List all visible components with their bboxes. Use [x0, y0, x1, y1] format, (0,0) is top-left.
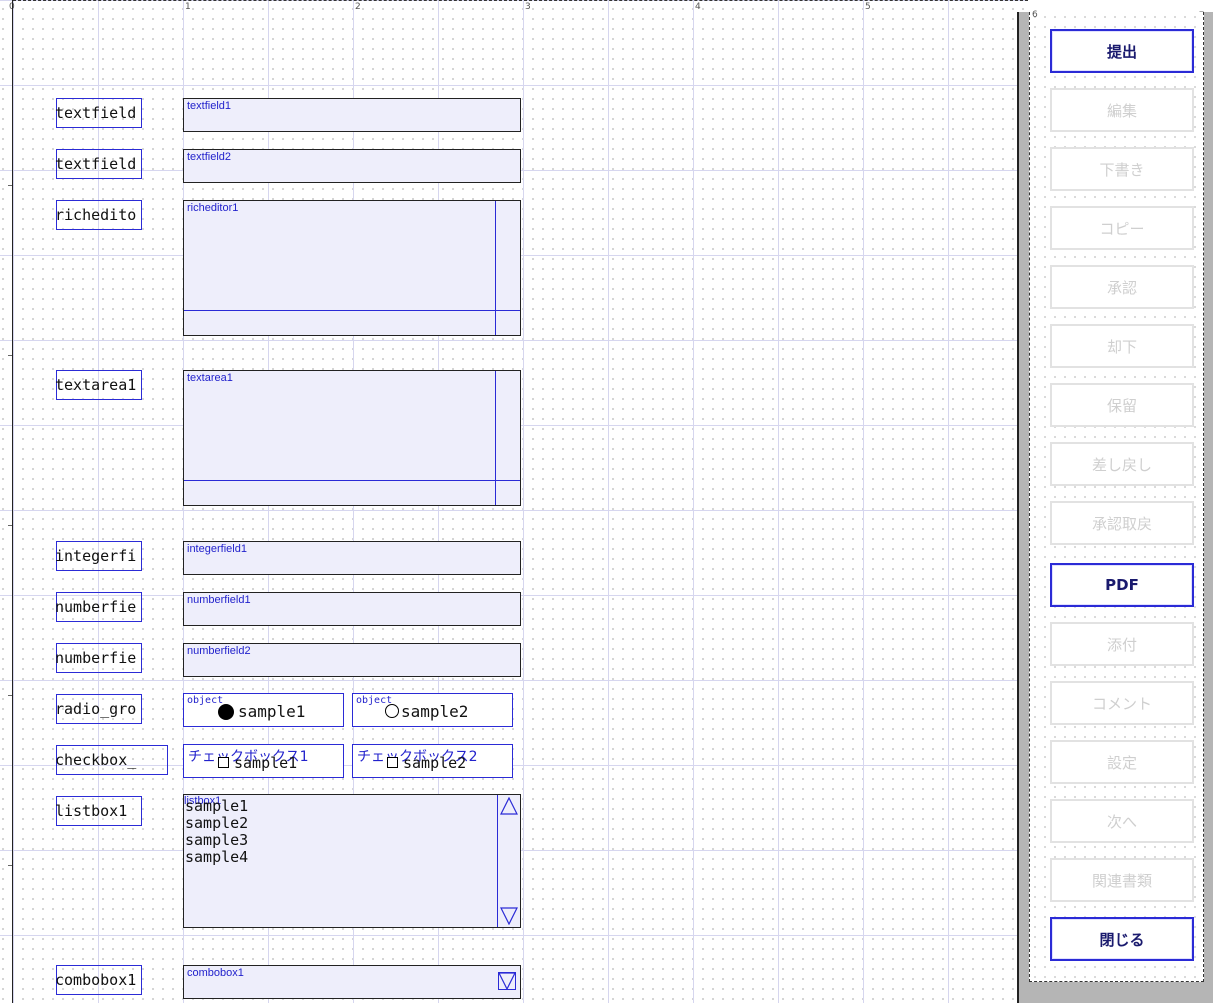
textarea1-vscrollbar[interactable]	[495, 371, 496, 505]
numberfield1-input[interactable]: numberfield1	[183, 592, 521, 626]
submit-button[interactable]: 提出	[1050, 29, 1194, 73]
edit-button[interactable]: 編集	[1050, 88, 1194, 132]
label-listbox1[interactable]: listbox1	[55, 796, 142, 826]
textfield2-caption: textfield2	[187, 151, 232, 163]
vertical-ruler-mark	[8, 185, 12, 186]
ruler-tick-5: 5	[865, 2, 871, 12]
hold-button[interactable]: 保留	[1050, 383, 1194, 427]
listbox1-scrollbar[interactable]	[497, 795, 520, 927]
textarea1-hscrollbar[interactable]	[184, 480, 520, 481]
scroll-up-icon[interactable]	[500, 797, 518, 815]
label-richeditor1[interactable]: richedito	[55, 200, 142, 230]
label-checkbox-group[interactable]: checkbox_	[55, 745, 168, 775]
next-button[interactable]: 次へ	[1050, 799, 1194, 843]
label-textfield1[interactable]: textfield	[55, 98, 142, 128]
numberfield2-input[interactable]: numberfield2	[183, 643, 521, 677]
list-item[interactable]: sample4	[185, 849, 248, 866]
list-item[interactable]: sample1	[185, 798, 248, 815]
ruler-tick-2: 2	[355, 2, 361, 12]
cancel-approval-button[interactable]: 承認取戻	[1050, 501, 1194, 545]
attach-button[interactable]: 添付	[1050, 622, 1194, 666]
textfield1-input[interactable]: textfield1	[183, 98, 521, 132]
list-item[interactable]: sample2	[185, 815, 248, 832]
approve-button[interactable]: 承認	[1050, 265, 1194, 309]
label-combobox1[interactable]: combobox1	[55, 965, 142, 995]
scroll-down-icon[interactable]	[500, 907, 518, 925]
ruler-tick-6: 6	[1032, 10, 1038, 20]
textarea1-caption: textarea1	[187, 372, 233, 384]
radio-checked-icon[interactable]	[218, 704, 234, 720]
settings-button[interactable]: 設定	[1050, 740, 1194, 784]
listbox1[interactable]: listbox1 sample1 sample2 sample3 sample4	[183, 794, 521, 928]
pdf-button[interactable]: PDF	[1050, 563, 1194, 607]
label-numberfield2[interactable]: numberfie	[55, 643, 142, 673]
richeditor1-editor[interactable]: richeditor1	[183, 200, 521, 336]
close-button[interactable]: 閉じる	[1050, 917, 1194, 961]
ruler-tick-1: 1	[185, 2, 191, 12]
send-back-button[interactable]: 差し戻し	[1050, 442, 1194, 486]
richeditor1-vscrollbar[interactable]	[495, 201, 496, 335]
ruler-tick-3: 3	[525, 2, 531, 12]
textfield2-input[interactable]: textfield2	[183, 149, 521, 183]
vertical-ruler-mark	[8, 865, 12, 866]
list-item[interactable]: sample3	[185, 832, 248, 849]
radio-unchecked-icon[interactable]	[385, 704, 399, 718]
label-integerfield1[interactable]: integerfi	[55, 541, 142, 571]
action-button-panel: 6 提出 編集 下書き コピー 承認 却下 保留 差し戻し 承認取戻 PDF 添…	[1029, 10, 1204, 982]
reject-button[interactable]: 却下	[1050, 324, 1194, 368]
numberfield1-caption: numberfield1	[187, 594, 251, 606]
ruler-tick-4: 4	[695, 2, 701, 12]
vertical-ruler-mark	[8, 695, 12, 696]
comment-button[interactable]: コメント	[1050, 681, 1194, 725]
label-textfield2[interactable]: textfield	[55, 149, 142, 179]
richeditor1-hscrollbar[interactable]	[184, 310, 520, 311]
copy-button[interactable]: コピー	[1050, 206, 1194, 250]
label-radio-group[interactable]: radio_gro	[55, 694, 142, 724]
vertical-ruler-mark	[8, 525, 12, 526]
dropdown-arrow-icon[interactable]	[498, 972, 516, 990]
textarea1-input[interactable]: textarea1	[183, 370, 521, 506]
numberfield2-caption: numberfield2	[187, 645, 251, 657]
label-textarea1[interactable]: textarea1	[55, 370, 142, 400]
checkbox-unchecked-icon[interactable]	[218, 757, 229, 768]
top-ruler: 0 1 2 3 4 5	[9, 0, 1028, 13]
combobox1-select[interactable]: combobox1	[183, 965, 521, 999]
radio-option-sample2[interactable]: object sample2	[352, 693, 513, 727]
canvas-left-border	[12, 0, 13, 1003]
design-canvas: 0 1 2 3 4 5 textfield textfield1 textfie…	[0, 0, 1028, 1003]
checkbox-unchecked-icon[interactable]	[387, 757, 398, 768]
related-docs-button[interactable]: 関連書類	[1050, 858, 1194, 902]
vertical-ruler-mark	[8, 355, 12, 356]
integerfield1-input[interactable]: integerfield1	[183, 541, 521, 575]
listbox1-items: sample1 sample2 sample3 sample4	[185, 798, 248, 866]
checkbox-option-sample1[interactable]: チェックボックス1 sample1	[183, 744, 344, 778]
combobox1-caption: combobox1	[187, 967, 244, 979]
richeditor1-caption: richeditor1	[187, 202, 239, 214]
textfield1-caption: textfield1	[187, 100, 232, 112]
label-numberfield1[interactable]: numberfie	[55, 592, 142, 622]
draft-button[interactable]: 下書き	[1050, 147, 1194, 191]
checkbox-option-sample2[interactable]: チェックボックス2 sample2	[352, 744, 513, 778]
integerfield1-caption: integerfield1	[187, 543, 247, 555]
radio-option-sample1[interactable]: object sample1	[183, 693, 344, 727]
